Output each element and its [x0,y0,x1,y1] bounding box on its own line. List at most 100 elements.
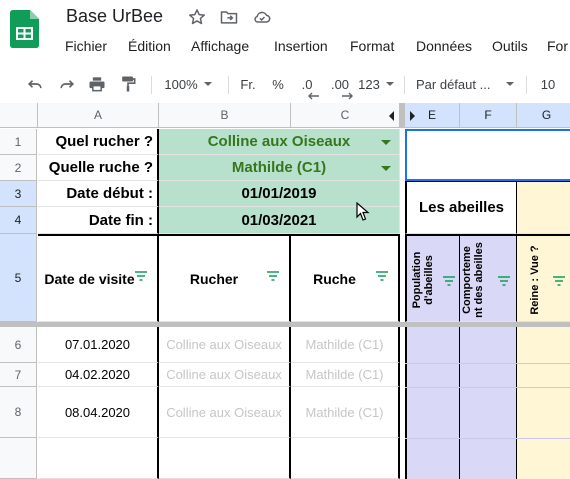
expand-right-icon[interactable] [410,111,415,121]
reine-column-cells[interactable] [517,327,570,479]
ruche-value: Mathilde (C1) [231,159,327,176]
row-gridline [405,387,570,388]
row-gridline [405,438,570,439]
select-all-corner[interactable] [0,103,38,128]
header-population-label: Population d'abeilles [411,251,435,309]
star-icon[interactable] [187,7,207,27]
menu-donnees[interactable]: Données [416,38,472,54]
header-population[interactable]: Population d'abeilles [405,234,460,322]
header-rucher-label: Rucher [189,270,239,287]
row-header-3[interactable]: 3 [0,181,37,207]
font-family-value: Par défaut ... [416,76,491,92]
menu-outils[interactable]: Outils [492,38,528,54]
zoom-select[interactable]: 100% [160,66,216,102]
column-header-a[interactable]: A [38,103,159,128]
table-cell-ruche[interactable]: Mathilde (C1) [291,327,400,363]
row-header-7[interactable]: 7 [0,363,37,387]
row-header-1[interactable]: 1 [0,129,37,155]
chevron-down-icon [506,82,514,86]
cell-g3[interactable] [517,181,570,234]
row-header-6[interactable]: 6 [0,327,37,363]
menu-affichage[interactable]: Affichage [191,38,249,54]
table-cell-empty[interactable] [38,438,159,479]
font-family-select[interactable]: Par défaut ... [412,66,518,102]
label-date-fin[interactable]: Date fin : [38,207,159,234]
font-size-input[interactable]: 10 [534,66,562,102]
header-reine[interactable]: Reine : Vue ? [517,234,570,322]
label-date-debut[interactable]: Date début : [38,181,159,207]
column-header-e-label: E [427,108,436,122]
table-cell-empty[interactable] [159,438,291,479]
table-cell-rucher[interactable]: Colline aux Oiseaux [159,363,291,387]
decrease-decimal-button[interactable]: .0 [294,66,320,102]
row-header-9[interactable] [0,438,37,479]
row-header-2[interactable]: 2 [0,155,37,181]
currency-format-button[interactable]: Fr. [236,66,260,102]
row-header-5[interactable]: 5 [0,234,37,322]
paint-format-icon[interactable] [115,66,141,102]
filter-icon[interactable] [135,271,147,281]
selected-range[interactable] [405,129,570,181]
print-icon[interactable] [84,66,110,102]
toolbar-divider [526,76,527,94]
row-header-8[interactable]: 8 [0,387,37,438]
table-cell-date[interactable]: 08.04.2020 [38,387,159,438]
menu-format-truncated[interactable]: For [547,38,568,54]
chevron-down-icon [203,82,212,86]
header-comportement-label: Comporteme nt des abeilles [461,242,485,318]
table-cell-rucher[interactable]: Colline aux Oiseaux [159,327,291,363]
table-cell-ruche[interactable]: Mathilde (C1) [291,387,400,438]
filter-icon[interactable] [498,276,510,286]
menu-fichier[interactable]: Fichier [65,38,107,54]
header-date-de-visite-label: Date de visite [44,270,135,287]
collapse-left-icon[interactable] [389,111,394,121]
ruche-dropdown-cell[interactable]: Mathilde (C1) [159,155,400,181]
percent-format-button[interactable]: % [266,66,290,102]
dropdown-arrow-icon[interactable] [381,139,391,145]
menu-format[interactable]: Format [350,38,394,54]
toolbar-divider [228,76,229,94]
toolbar-divider [404,76,405,94]
filter-icon[interactable] [267,271,279,281]
filter-icon[interactable] [553,276,565,286]
header-rucher[interactable]: Rucher [159,234,291,322]
column-header-c-label: C [340,108,350,122]
section-title-les-abeilles[interactable]: Les abeilles [405,181,517,234]
undo-icon[interactable] [22,66,48,102]
table-cell-empty[interactable] [291,438,400,479]
table-cell-rucher[interactable]: Colline aux Oiseaux [159,387,291,438]
table-cell-date[interactable]: 07.01.2020 [38,327,159,363]
increase-decimal-button[interactable]: .00 [324,66,356,102]
menu-bar: Fichier Édition Affichage Insertion Form… [0,36,570,58]
more-formats-button[interactable]: 123 [356,66,396,102]
redo-icon[interactable] [54,66,80,102]
header-date-de-visite[interactable]: Date de visite [38,234,159,322]
header-ruche[interactable]: Ruche [291,234,400,322]
label-ruche[interactable]: Quelle ruche ? [38,155,159,181]
table-cell-date[interactable]: 04.02.2020 [38,363,159,387]
row-header-4[interactable]: 4 [0,207,37,234]
comportement-column-cells[interactable] [460,327,517,479]
document-title[interactable]: Base UrBee [66,6,163,27]
toolbar-divider [151,76,152,94]
column-header-b[interactable]: B [159,103,291,128]
more-formats-label: 123 [358,76,380,92]
filter-icon[interactable] [376,271,388,281]
population-column-cells[interactable] [405,327,460,479]
column-header-f[interactable]: F [460,103,517,128]
increase-decimal-label: .00 [330,76,350,92]
header-reine-label: Reine : Vue ? [529,245,541,315]
decrease-decimal-label: .0 [301,76,313,92]
menu-edition[interactable]: Édition [128,38,171,54]
rucher-dropdown-cell[interactable]: Colline aux Oiseaux [159,129,400,155]
cloud-saved-icon[interactable] [252,7,272,27]
column-header-g[interactable]: G [517,103,570,128]
column-header-c[interactable]: C [291,103,400,128]
filter-icon[interactable] [443,276,455,286]
label-rucher[interactable]: Quel rucher ? [38,129,159,155]
move-to-folder-icon[interactable] [219,7,239,27]
header-comportement[interactable]: Comporteme nt des abeilles [460,234,517,322]
table-cell-ruche[interactable]: Mathilde (C1) [291,363,400,387]
dropdown-arrow-icon[interactable] [381,165,391,171]
menu-insertion[interactable]: Insertion [274,38,328,54]
